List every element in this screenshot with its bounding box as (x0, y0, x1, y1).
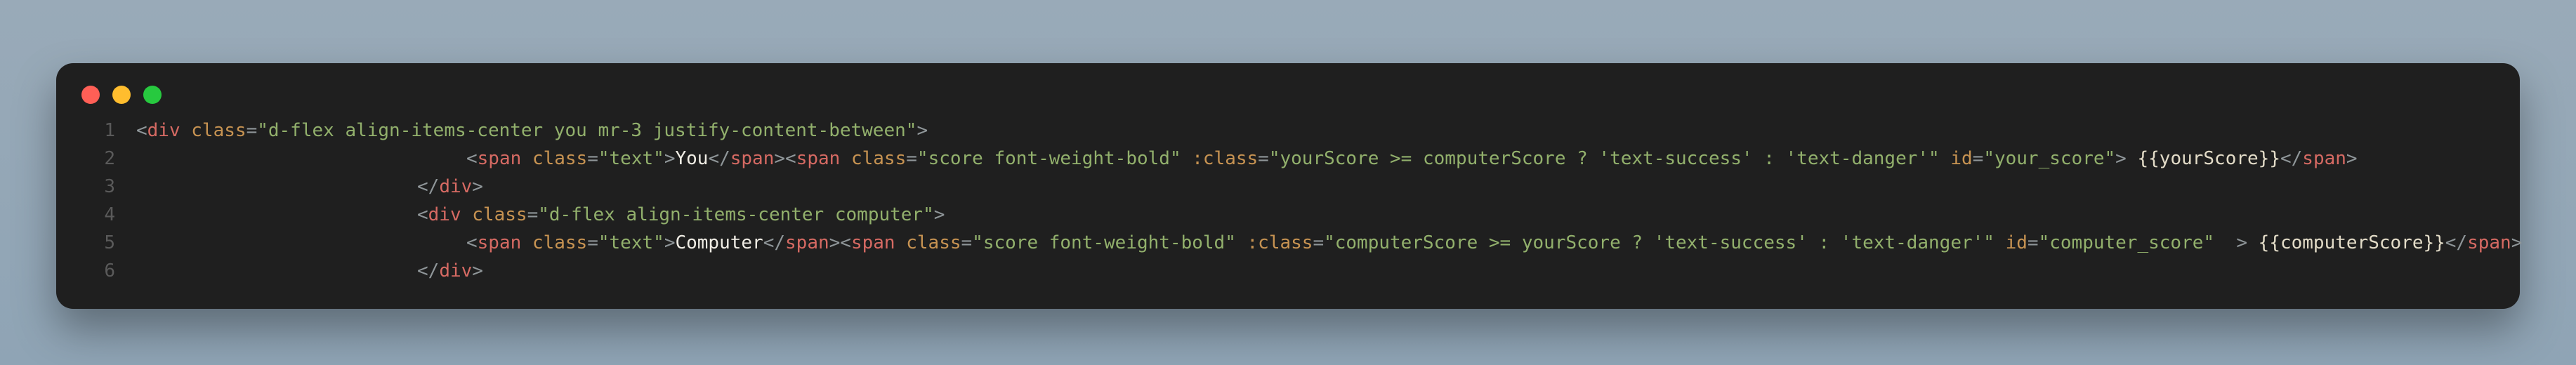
code-content: </div> (136, 257, 483, 285)
minimize-icon[interactable] (112, 86, 131, 104)
code-line: 5 <span class="text">Computer</span><spa… (81, 229, 2495, 257)
code-content: <span class="text">You</span><span class… (136, 145, 2358, 173)
code-line: 1 <div class="d-flex align-items-center … (81, 117, 2495, 145)
line-number: 1 (81, 117, 136, 145)
line-number: 6 (81, 257, 136, 285)
code-content: <div class="d-flex align-items-center co… (136, 201, 945, 229)
line-number: 4 (81, 201, 136, 229)
code-content: <div class="d-flex align-items-center yo… (136, 117, 928, 145)
zoom-icon[interactable] (143, 86, 162, 104)
code-content: </div> (136, 173, 483, 201)
code-content: <span class="text">Computer</span><span … (136, 229, 2522, 257)
code-window: 1 <div class="d-flex align-items-center … (56, 63, 2520, 309)
code-line: 3 </div> (81, 173, 2495, 201)
code-line: 2 <span class="text">You</span><span cla… (81, 145, 2495, 173)
line-number: 5 (81, 229, 136, 257)
code-block: 1 <div class="d-flex align-items-center … (56, 109, 2520, 285)
window-titlebar (56, 63, 2520, 109)
line-number: 2 (81, 145, 136, 173)
close-icon[interactable] (81, 86, 100, 104)
line-number: 3 (81, 173, 136, 201)
code-line: 6 </div> (81, 257, 2495, 285)
code-line: 4 <div class="d-flex align-items-center … (81, 201, 2495, 229)
